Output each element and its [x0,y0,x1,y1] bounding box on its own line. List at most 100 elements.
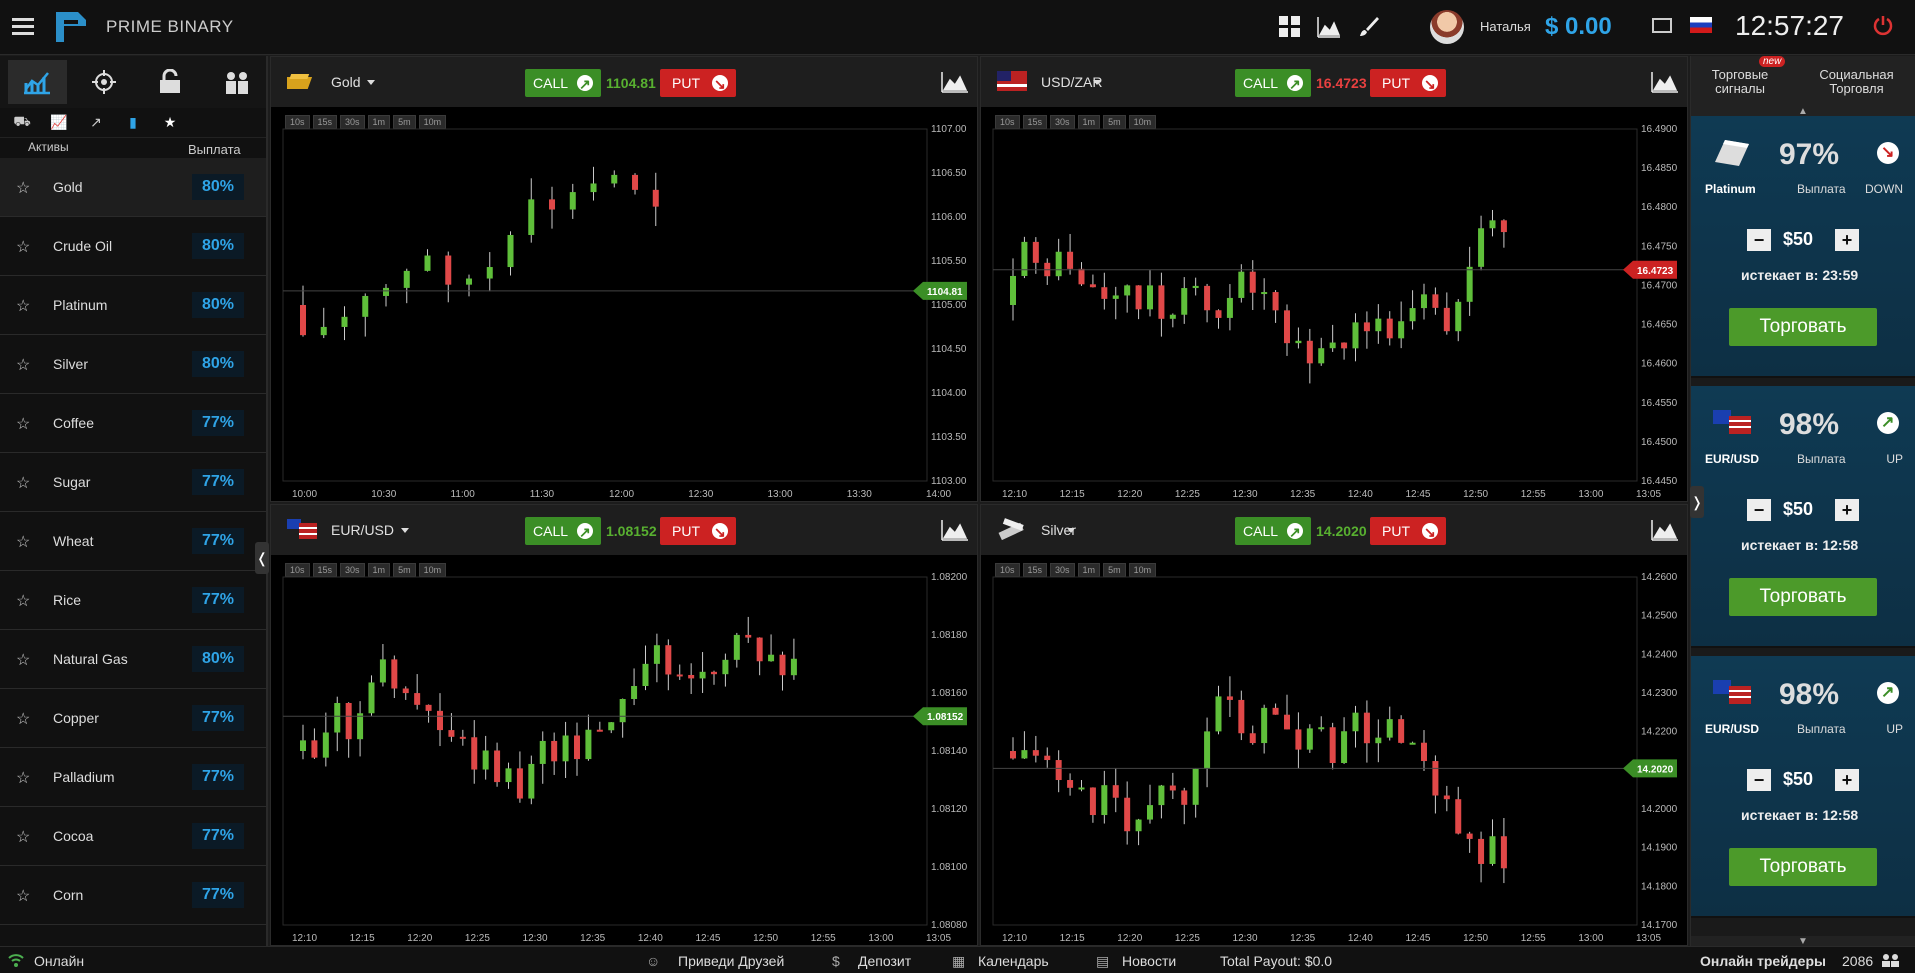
decrease-amount-button[interactable]: − [1747,229,1771,251]
trade-button[interactable]: Торговать [1729,848,1877,886]
scroll-up-icon[interactable]: ▲ [1691,106,1915,117]
asset-row[interactable]: ☆ Copper 77% [0,689,266,748]
trade-button[interactable]: Торговать [1729,308,1877,346]
y-tick-label: 1106.50 [931,168,967,179]
favorite-star-icon[interactable]: ☆ [16,827,30,847]
avatar[interactable] [1430,10,1464,44]
asset-row[interactable]: ☆ Silver 80% [0,335,266,394]
favorite-star-icon[interactable]: ☆ [16,709,30,729]
line-chart-icon[interactable]: 📈 [49,114,69,131]
put-button[interactable]: PUT [660,69,736,98]
chart-type-icon[interactable] [1651,519,1679,541]
favorite-star-icon[interactable]: ☆ [16,414,30,434]
favorite-star-icon[interactable]: ☆ [16,296,30,316]
candlestick-chart[interactable]: 1.08200 1.08180 1.08160 1.08140 1.08120 1.081… [271,555,979,947]
y-tick-label: 16.4900 [1641,124,1678,135]
news-link[interactable]: Новости [1122,953,1176,969]
user-name[interactable]: Наталья [1480,19,1531,34]
call-button[interactable]: CALL [525,69,601,98]
area-chart-icon[interactable] [1317,15,1341,39]
invite-friends-link[interactable]: Приведи Друзей [678,953,784,969]
y-tick-label: 1.08200 [931,572,968,583]
deposit-link[interactable]: Депозит [858,953,911,969]
binary-options-tab-icon[interactable] [8,60,67,104]
brush-icon[interactable] [1356,15,1380,39]
call-button[interactable]: CALL [1235,69,1311,98]
asset-selector[interactable]: Gold [331,74,361,90]
trend-icon[interactable]: ↗ [86,114,106,131]
asset-row[interactable]: ☆ Corn 77% [0,866,266,925]
language-flag-icon[interactable] [1690,17,1712,33]
expand-right-button[interactable]: ❭ [1690,486,1704,518]
candle-body [1067,780,1074,788]
asset-row[interactable]: ☆ Cocoa 77% [0,807,266,866]
candlestick-chart[interactable]: 1107.00 1106.50 1106.00 1105.50 1105.00 1104.… [271,107,979,503]
indices-icon[interactable]: ▮ [123,114,143,131]
favorite-star-icon[interactable]: ☆ [16,768,30,788]
asset-row[interactable]: ☆ Wheat 77% [0,512,266,571]
asset-row[interactable]: ☆ Platinum 80% [0,276,266,335]
lock-tab-icon[interactable] [141,60,200,104]
favorite-star-icon[interactable]: ☆ [16,178,30,198]
signal-direction: UP [1886,722,1903,736]
trade-button[interactable]: Торговать [1729,578,1877,616]
grid-layout-icon[interactable] [1278,15,1302,39]
favorite-star-icon[interactable]: ☆ [16,886,30,906]
menu-icon[interactable] [12,18,34,36]
mail-icon[interactable] [1652,18,1672,33]
chevron-down-icon[interactable] [367,80,375,85]
increase-amount-button[interactable]: + [1835,499,1859,521]
call-button[interactable]: CALL [525,517,601,546]
social-tab-icon[interactable] [208,60,267,104]
asset-row[interactable]: ☆ Crude Oil 80% [0,217,266,276]
decrease-amount-button[interactable]: − [1747,769,1771,791]
asset-name: Rice [53,592,82,608]
chevron-down-icon[interactable] [401,528,409,533]
chart-type-icon[interactable] [941,519,969,541]
favorite-star-icon[interactable]: ☆ [16,650,30,670]
trade-amount[interactable]: $50 [1783,499,1813,520]
chevron-down-icon[interactable] [1067,528,1075,533]
favorite-star-icon[interactable]: ☆ [16,591,30,611]
tab-trading-signals[interactable]: Торговые сигналы [1705,68,1775,96]
decrease-amount-button[interactable]: − [1747,499,1771,521]
put-button[interactable]: PUT [1370,517,1446,546]
asset-row[interactable]: ☆ Sugar 77% [0,453,266,512]
favorite-star-icon[interactable]: ☆ [16,473,30,493]
candlestick-chart[interactable]: 16.4900 16.4850 16.4800 16.4750 16.4700 16.46… [981,107,1689,503]
x-tick-label: 10:00 [292,489,317,500]
asset-icon [287,74,313,89]
increase-amount-button[interactable]: + [1835,229,1859,251]
put-button[interactable]: PUT [660,517,736,546]
call-button[interactable]: CALL [1235,517,1311,546]
asset-row[interactable]: ☆ Natural Gas 80% [0,630,266,689]
increase-amount-button[interactable]: + [1835,769,1859,791]
candlestick-chart[interactable]: 14.260014.250014.240014.230014.220014.21… [981,555,1689,947]
dollar-icon: $ [832,953,840,969]
trade-amount[interactable]: $50 [1783,769,1813,790]
asset-row[interactable]: ☆ Palladium 77% [0,748,266,807]
calendar-link[interactable]: Календарь [978,953,1049,969]
power-icon[interactable] [1872,14,1894,36]
asset-payout: 80% [192,646,244,672]
tab-social-trading[interactable]: Социальная Торговля [1809,68,1904,96]
scroll-down-icon[interactable]: ▼ [1691,936,1915,947]
y-tick-label: 1103.00 [931,476,967,487]
favorites-icon[interactable]: ★ [160,114,180,131]
truck-icon[interactable]: ⛟ [12,113,32,132]
asset-selector[interactable]: EUR/USD [331,522,394,538]
favorite-star-icon[interactable]: ☆ [16,237,30,257]
asset-row[interactable]: ☆ Gold 80% [0,158,266,217]
target-tab-icon[interactable] [75,60,134,104]
chart-type-icon[interactable] [941,71,969,93]
put-button[interactable]: PUT [1370,69,1446,98]
asset-row[interactable]: ☆ Coffee 77% [0,394,266,453]
collapse-sidebar-button[interactable]: ❬ [255,542,269,574]
asset-row[interactable]: ☆ Rice 77% [0,571,266,630]
chevron-down-icon[interactable] [1093,80,1101,85]
trade-amount[interactable]: $50 [1783,229,1813,250]
candle-body [1089,787,1096,816]
favorite-star-icon[interactable]: ☆ [16,355,30,375]
favorite-star-icon[interactable]: ☆ [16,532,30,552]
chart-type-icon[interactable] [1651,71,1679,93]
